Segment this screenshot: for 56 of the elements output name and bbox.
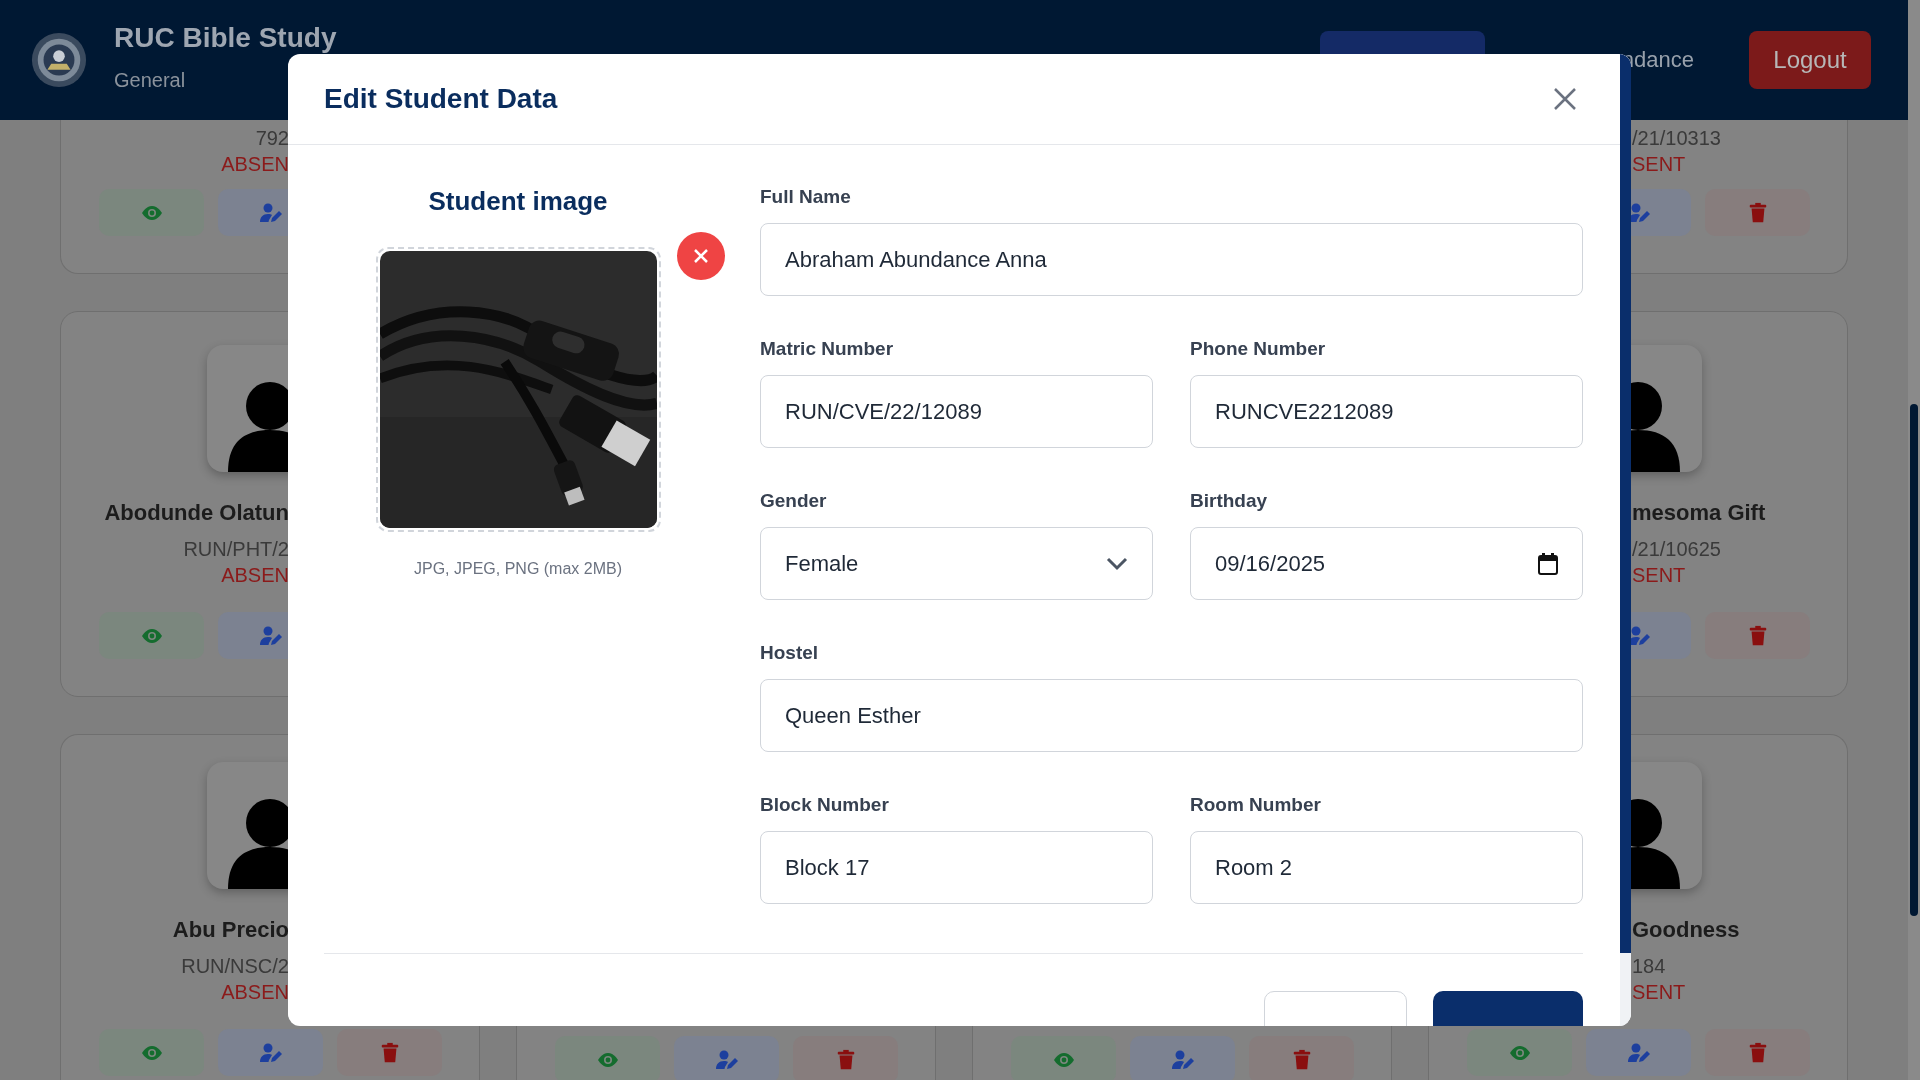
text-field[interactable]: Block 17 <box>760 831 1153 904</box>
delete-button[interactable] <box>793 1036 898 1080</box>
delete-button[interactable] <box>1249 1036 1354 1080</box>
text-field[interactable]: Queen Esther <box>760 679 1583 752</box>
app-title: RUC Bible Study <box>114 24 337 52</box>
matric-number: RUN/PHT/2 <box>183 537 289 562</box>
view-button[interactable] <box>99 1029 204 1076</box>
dialog-title: Edit Student Data <box>324 83 558 115</box>
remove-image-button[interactable] <box>676 232 725 280</box>
delete-button[interactable] <box>1705 189 1810 236</box>
view-button[interactable] <box>99 189 204 236</box>
scrollbar[interactable] <box>1908 0 1920 1080</box>
student-name: mesoma Gift <box>1632 499 1766 527</box>
logout-button[interactable]: Logout <box>1749 31 1871 89</box>
student-name: Goodness <box>1632 916 1740 944</box>
text-field[interactable]: Abraham Abundance Anna <box>760 223 1583 296</box>
calendar-icon <box>1538 552 1558 575</box>
field-label: Block Number <box>760 793 890 817</box>
delete-button[interactable] <box>1705 1029 1810 1076</box>
attendance-status: ABSEN <box>221 152 289 177</box>
field-label: Full Name <box>760 185 852 209</box>
logo-icon <box>30 31 88 89</box>
matric-number: /21/10625 <box>1632 537 1721 562</box>
close-icon <box>691 247 710 265</box>
date-field[interactable]: 09/16/2025 <box>1190 527 1583 600</box>
field-label: Hostel <box>760 641 820 665</box>
select-field[interactable]: Female <box>760 527 1153 600</box>
delete-button[interactable] <box>1705 612 1810 659</box>
app-subtitle: General <box>114 68 187 92</box>
file-hint: JPG, JPEG, PNG (max 2MB) <box>414 560 622 578</box>
attendance-status: SENT <box>1632 980 1686 1005</box>
text-field[interactable]: Room 2 <box>1190 831 1583 904</box>
field-label: Gender <box>760 489 828 513</box>
matric-number: /21/10313 <box>1632 126 1721 151</box>
image-heading: Student image <box>428 185 608 217</box>
matric-number: 792 <box>255 126 289 151</box>
field-label: Birthday <box>1190 489 1269 513</box>
attendance-status: ABSEN <box>221 563 289 588</box>
field-label: Matric Number <box>760 337 895 361</box>
text-field[interactable]: RUN/CVE/22/12089 <box>760 375 1153 448</box>
student-name: Abu Precio <box>172 916 289 944</box>
attendance-status: SENT <box>1632 563 1686 588</box>
matric-number: RUN/NSC/2 <box>181 954 289 979</box>
view-button[interactable] <box>555 1036 660 1080</box>
attendance-status: SENT <box>1632 152 1686 177</box>
text-field[interactable]: RUNCVE2212089 <box>1190 375 1583 448</box>
chevron-down-icon <box>1106 556 1128 571</box>
attendance-status: ABSEN <box>221 980 289 1005</box>
field-label: Phone Number <box>1190 337 1327 361</box>
field-label: Room Number <box>1190 793 1322 817</box>
delete-button[interactable] <box>337 1029 442 1076</box>
matric-number: 184 <box>1632 954 1666 979</box>
student-name: Abodunde Olatun <box>104 499 289 527</box>
view-button[interactable] <box>1467 1029 1572 1076</box>
view-button[interactable] <box>99 612 204 659</box>
view-button[interactable] <box>1011 1036 1116 1080</box>
